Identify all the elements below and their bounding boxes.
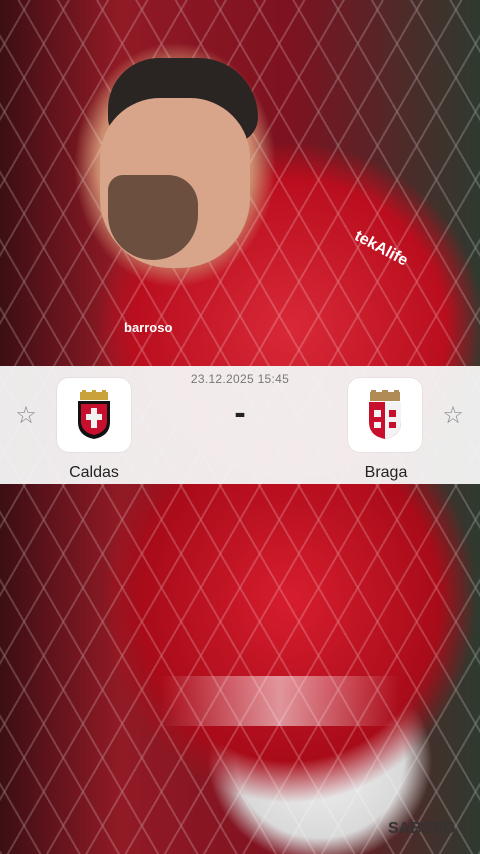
- caldas-crest-icon: [78, 390, 110, 439]
- home-team-logo[interactable]: [57, 378, 131, 452]
- match-card[interactable]: 23.12.2025 15:45 ☆ - ☆ Caldas Braga: [0, 366, 480, 484]
- score-separator: -: [234, 394, 246, 432]
- favorite-away-star-icon[interactable]: ☆: [439, 402, 467, 430]
- shorts-sponsor: SABSEG: [388, 820, 456, 837]
- favorite-home-star-icon[interactable]: ☆: [12, 402, 40, 430]
- blur-overlay: [160, 676, 400, 726]
- away-team-name[interactable]: Braga: [326, 464, 446, 482]
- jersey-brand: barroso: [124, 320, 173, 335]
- away-team-logo[interactable]: [348, 378, 422, 452]
- braga-crest-icon: [369, 390, 401, 439]
- home-team-name[interactable]: Caldas: [34, 464, 154, 482]
